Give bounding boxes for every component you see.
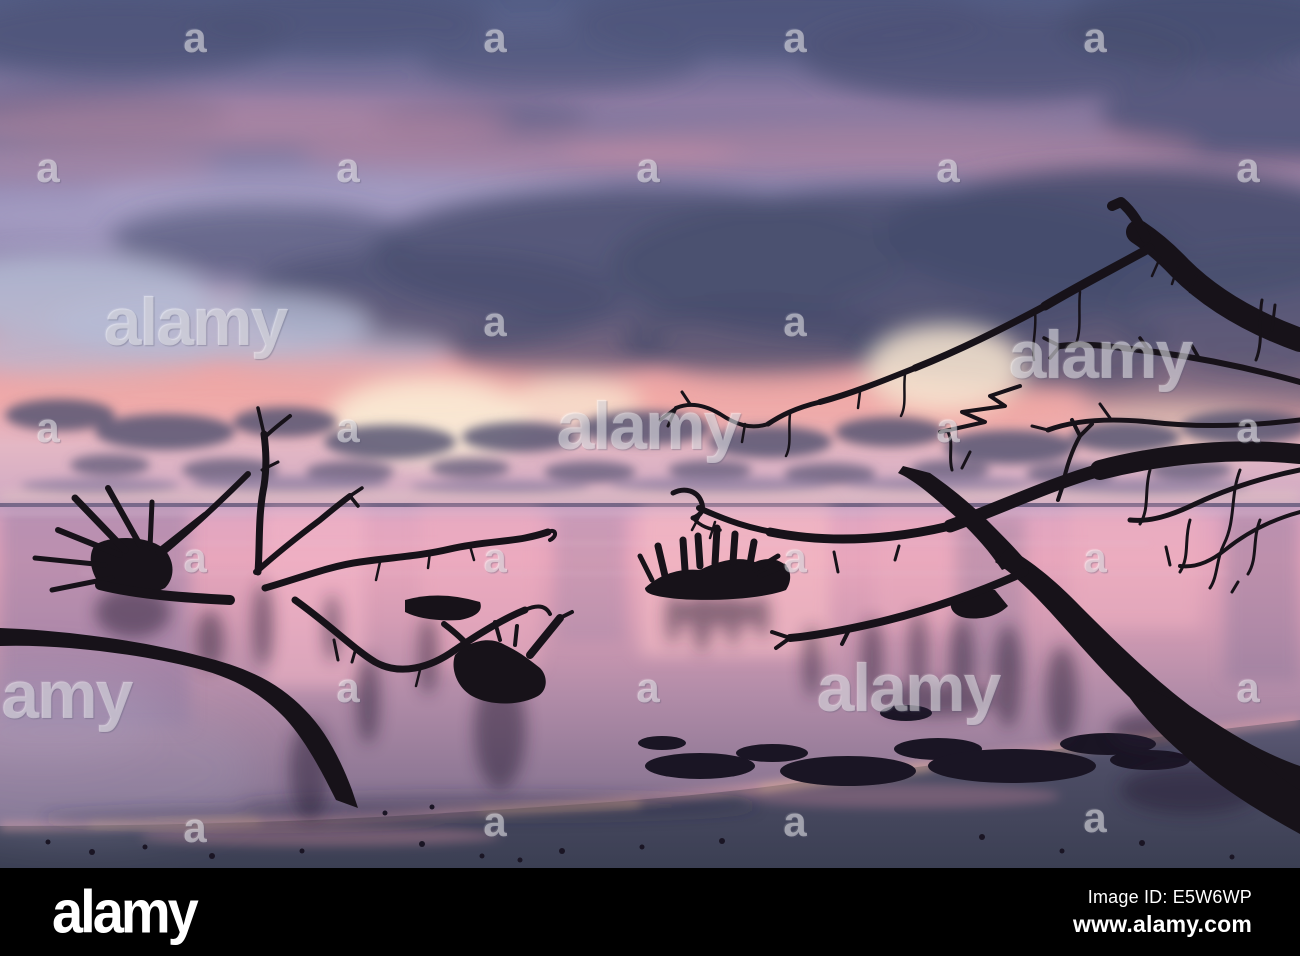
image-meta: Image ID: E5W6WP www.alamy.com <box>1073 887 1252 938</box>
stock-photo-page: a a a a a a a a a a a a a a a a a a a a a a a a a a alamy alamy alam… <box>0 0 1300 956</box>
image-id-text: Image ID: E5W6WP <box>1087 886 1252 907</box>
sun-glow-secondary <box>865 324 1025 412</box>
website-text: www.alamy.com <box>1073 910 1252 937</box>
footer-bar: alamy Image ID: E5W6WP www.alamy.com <box>0 868 1300 956</box>
photo-canvas <box>0 0 1300 868</box>
alamy-logo: alamy <box>52 877 199 946</box>
sunset-beach-photo: a a a a a a a a a a a a a a a a a a a a a a a a a a alamy alamy alam… <box>0 0 1300 868</box>
